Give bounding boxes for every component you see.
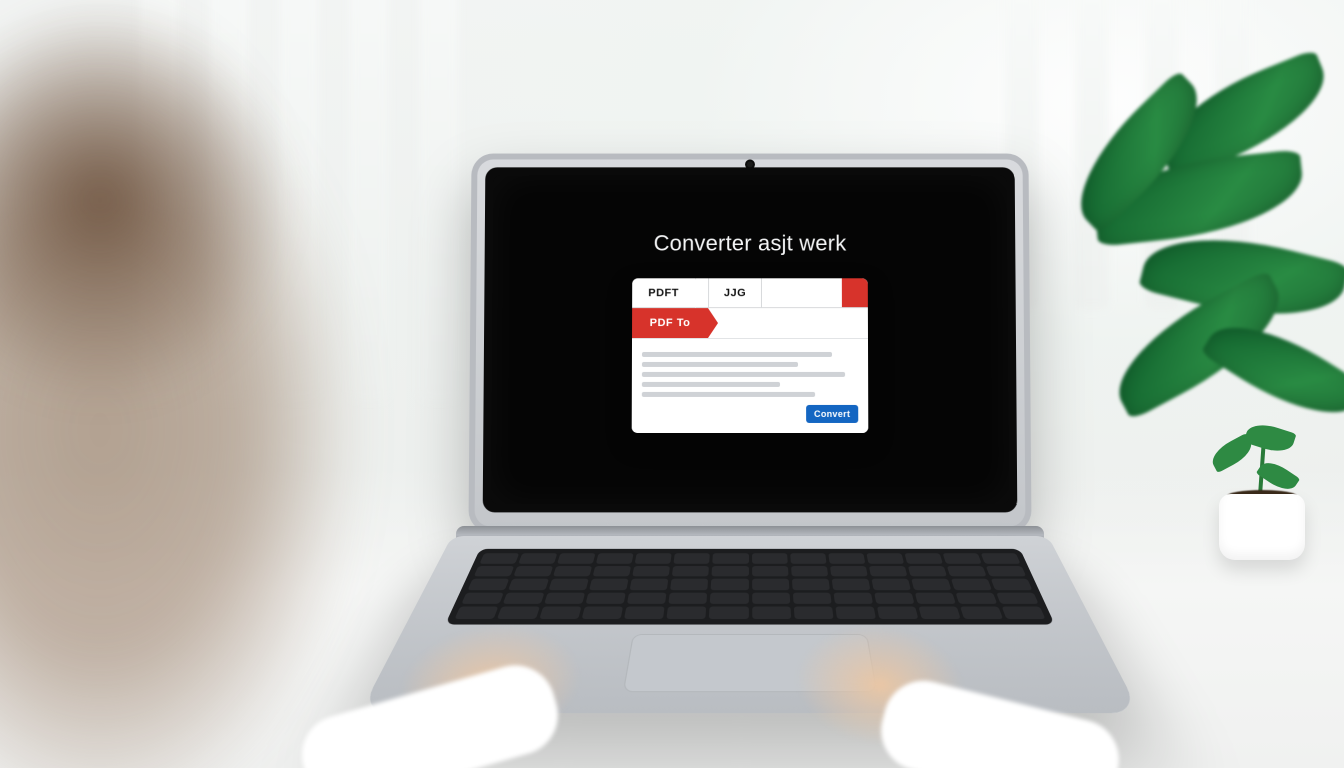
placeholder-line xyxy=(642,372,845,377)
source-format-chip[interactable]: PDFT xyxy=(632,278,696,307)
target-format-label: JJG xyxy=(724,287,746,299)
mode-label: PDF To xyxy=(650,317,691,329)
laptop-screen: Converter asjt werk PDFT JJG xyxy=(491,175,1009,504)
accent-stripe xyxy=(842,278,868,307)
plant-small xyxy=(1202,440,1322,560)
options-panel: Convert xyxy=(632,338,869,433)
mode-row: PDF To xyxy=(632,308,868,338)
placeholder-line xyxy=(642,362,798,367)
converter-card: PDFT JJG PDF To xyxy=(632,278,869,433)
photo-scene: Converter asjt werk PDFT JJG xyxy=(0,0,1344,768)
app-title: Converter asjt werk xyxy=(654,231,847,257)
laptop-lid: Converter asjt werk PDFT JJG xyxy=(468,154,1031,533)
target-format-chip[interactable]: JJG xyxy=(708,278,762,307)
placeholder-line xyxy=(642,392,815,397)
format-row: PDFT JJG xyxy=(632,278,868,308)
converter-app: Converter asjt werk PDFT JJG xyxy=(491,175,1008,433)
convert-button-label: Convert xyxy=(814,409,850,419)
source-format-label: PDFT xyxy=(648,287,679,299)
placeholder-line xyxy=(642,352,832,357)
mode-chip[interactable]: PDF To xyxy=(632,308,708,338)
person-hair xyxy=(0,0,360,480)
placeholder-line xyxy=(642,382,780,387)
convert-button[interactable]: Convert xyxy=(806,405,858,423)
